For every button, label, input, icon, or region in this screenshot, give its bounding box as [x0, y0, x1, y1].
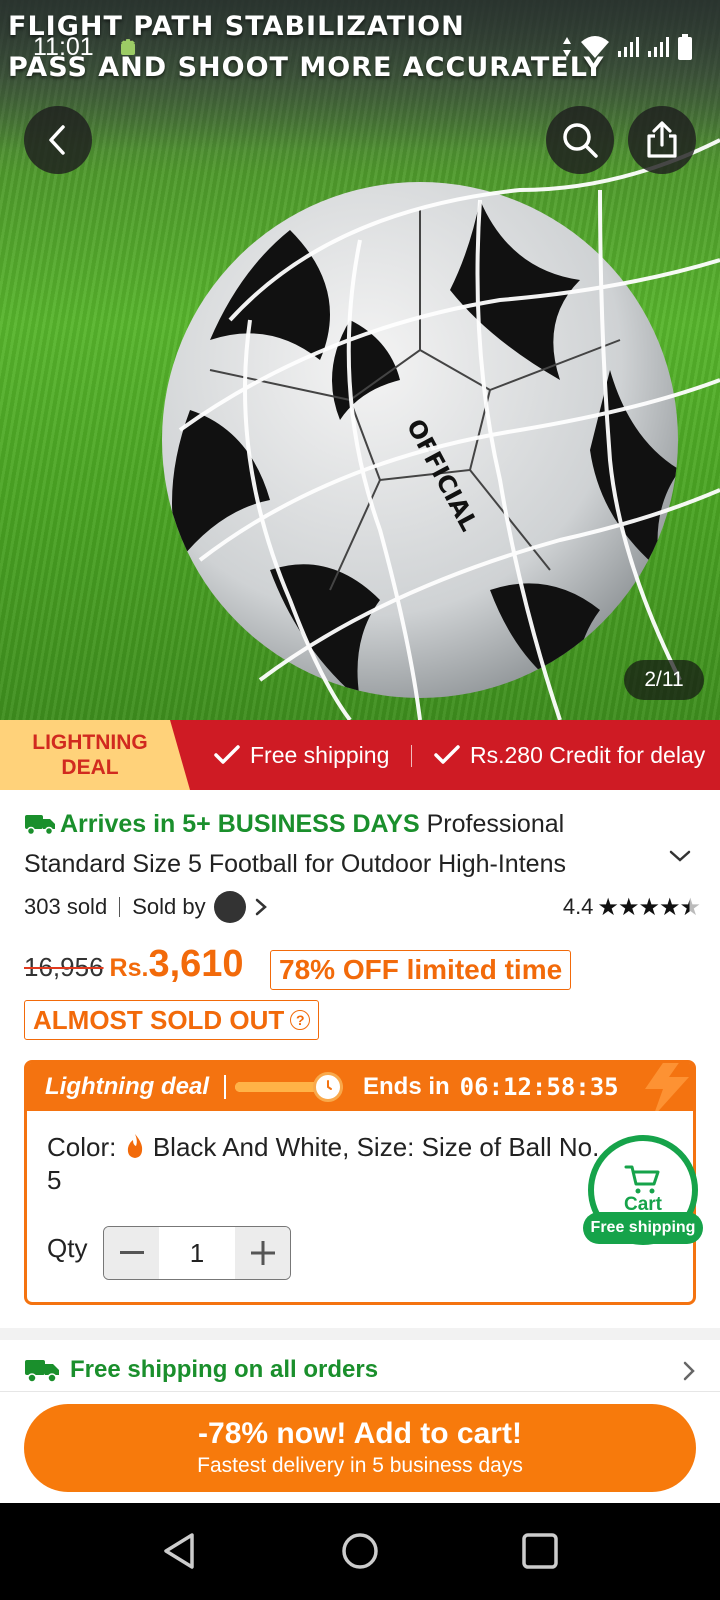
cart-icon [624, 1165, 660, 1194]
decrease-button[interactable] [104, 1227, 159, 1279]
variant-selection[interactable]: Color: Black And White, Size: Size of Ba… [47, 1131, 607, 1197]
sold-by-label[interactable]: Sold by [132, 894, 205, 920]
color-label: Color: [47, 1132, 117, 1162]
flame-icon [127, 1134, 142, 1158]
deal-label: Lightning deal [45, 1073, 209, 1100]
deal-label-line-1: LIGHTNING [32, 731, 148, 754]
question-icon[interactable]: ? [290, 1010, 311, 1030]
lightning-deal-label: LIGHTNING DEAL [20, 730, 160, 780]
product-image-carousel[interactable]: OFFICIAL FLIGHT PATH STABILIZATION PASS … [0, 0, 720, 720]
share-icon [647, 121, 677, 158]
add-to-cart-button[interactable]: -78% now! Add to cart! Fastest delivery … [24, 1404, 696, 1492]
cart-free-shipping-badge: Free shipping [583, 1212, 703, 1244]
free-shipping-row[interactable]: Free shipping on all orders [24, 1350, 700, 1390]
search-icon [563, 123, 598, 158]
deal-header-divider [224, 1075, 226, 1099]
nav-back-icon[interactable] [160, 1531, 200, 1571]
truck-icon [25, 815, 55, 836]
nav-recents-icon[interactable] [520, 1531, 560, 1571]
nav-home-icon[interactable] [340, 1531, 380, 1571]
discount-badge: 78% OFF limited time [270, 950, 572, 990]
banner-divider [411, 745, 412, 767]
product-title[interactable]: Arrives in 5+ BUSINESS DAYS Professional… [24, 804, 654, 884]
android-debug-icon [121, 39, 135, 55]
lightning-deal-banner: LIGHTNING DEAL Free shipping Rs.280 Cred… [0, 720, 720, 790]
image-overlay-text: FLIGHT PATH STABILIZATION PASS AND SHOOT… [8, 6, 604, 88]
current-price: 3,610 [148, 943, 244, 985]
original-price: 16,956 [24, 952, 104, 982]
share-button[interactable] [628, 106, 696, 174]
seller-avatar[interactable] [213, 891, 246, 923]
deal-countdown: Ends in 06:12:58:35 [363, 1063, 619, 1111]
clock-icon [313, 1072, 343, 1102]
row-divider [0, 1391, 720, 1392]
delivery-subtext: Fastest delivery in 5 business days [197, 1454, 523, 1477]
meta-divider [119, 897, 121, 917]
chevron-right-icon[interactable] [252, 897, 270, 917]
rating[interactable]: 4.4 ★★★★★ [562, 893, 701, 922]
deal-label-line-2: DEAL [61, 756, 119, 779]
rating-value: 4.4 [562, 894, 594, 919]
status-time: 11:01 [33, 33, 94, 61]
system-navigation-bar [0, 1503, 720, 1600]
almost-sold-out-badge[interactable]: ALMOST SOLD OUT ? [24, 1000, 320, 1040]
goal-net [178, 138, 720, 720]
banner-credit: Rs.280 Credit for delay [434, 720, 705, 790]
sales-meta-row: 303 sold Sold by 4.4 ★★★★★ [24, 890, 701, 924]
qty-label: Qty [47, 1233, 88, 1263]
chevron-down-icon[interactable] [668, 848, 692, 864]
half-star-icon: ★ [679, 893, 700, 921]
search-button[interactable] [546, 106, 614, 174]
rating-stars: ★★★★★ [597, 893, 701, 921]
add-to-cart-label: -78% now! Add to cart! [198, 1417, 522, 1450]
arrival-estimate: Arrives in 5+ BUSINESS DAYS [60, 810, 420, 838]
quantity-stepper[interactable]: 1 [103, 1226, 291, 1280]
free-shipping-text: Free shipping [250, 741, 390, 768]
ends-in-label: Ends in [363, 1073, 450, 1100]
section-divider [0, 1328, 720, 1340]
status-icons [562, 34, 692, 60]
data-arrows-icon [563, 37, 571, 57]
deal-progress-fill [235, 1082, 322, 1092]
signal-icon-2 [648, 37, 669, 57]
free-shipping-all-orders-text: Free shipping on all orders [70, 1356, 379, 1383]
price-row: 16,956 Rs. 3,610 [24, 943, 244, 995]
check-icon [434, 745, 460, 764]
credit-text: Rs.280 Credit for delay [470, 741, 706, 768]
truck-icon [25, 1360, 59, 1383]
wifi-icon [581, 36, 609, 58]
increase-button[interactable] [235, 1227, 290, 1279]
battery-icon [678, 34, 692, 60]
chevron-left-icon [49, 125, 65, 155]
currency-label: Rs. [109, 954, 149, 982]
signal-icon-1 [618, 37, 639, 57]
lightning-bolt-icon [645, 1063, 689, 1111]
back-button[interactable] [24, 106, 92, 174]
deal-header: Lightning deal Ends in 06:12:58:35 [27, 1063, 693, 1111]
plus-icon [250, 1241, 275, 1265]
countdown-timer: 06:12:58:35 [459, 1073, 619, 1101]
sold-count: 303 sold [24, 894, 108, 919]
check-icon [214, 745, 240, 764]
almost-sold-out-text: ALMOST SOLD OUT [33, 1004, 285, 1035]
image-counter: 2/11 [624, 660, 704, 700]
chevron-right-icon[interactable] [680, 1360, 698, 1382]
lightning-deal-badge: LIGHTNING DEAL [0, 720, 190, 790]
overlay-line-2: PASS AND SHOOT MORE ACCURATELY [8, 52, 605, 83]
banner-free-shipping: Free shipping [214, 720, 389, 790]
quantity-value[interactable]: 1 [159, 1227, 235, 1279]
overlay-line-1: FLIGHT PATH STABILIZATION [8, 11, 465, 42]
minus-icon [119, 1251, 144, 1254]
